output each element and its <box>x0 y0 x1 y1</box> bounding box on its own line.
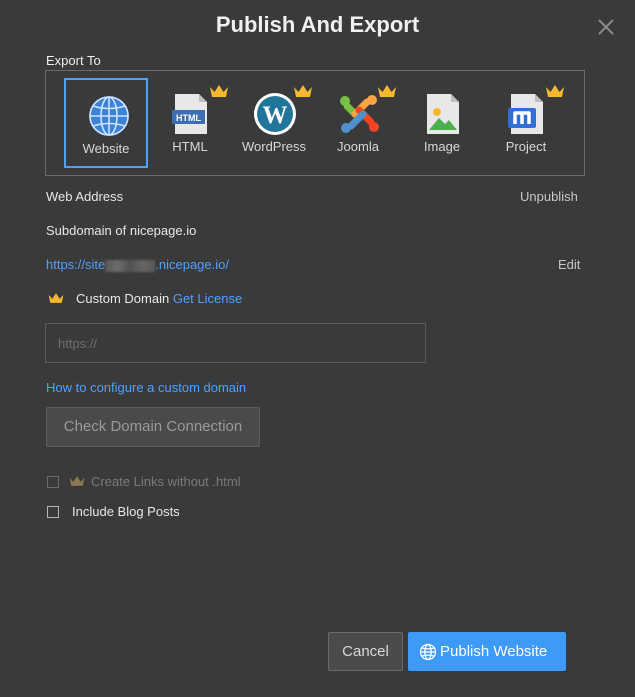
joomla-icon <box>340 95 379 133</box>
export-to-label: Export To <box>46 53 101 68</box>
close-icon[interactable] <box>596 17 616 37</box>
svg-text:HTML: HTML <box>176 113 201 123</box>
redacted-text <box>105 259 156 272</box>
export-option-label: Joomla <box>337 139 379 154</box>
export-option-project[interactable]: Project <box>484 78 568 168</box>
export-option-image[interactable]: Image <box>400 78 484 168</box>
include-blog-posts-checkbox[interactable] <box>47 506 59 518</box>
export-option-label: HTML <box>172 139 208 154</box>
site-url-suffix: .nicepage.io/ <box>155 257 229 272</box>
export-option-label: Image <box>423 139 461 154</box>
export-option-label: WordPress <box>241 139 307 154</box>
publish-website-button[interactable]: Publish Website <box>408 632 566 671</box>
export-option-html[interactable]: HTML HTML <box>148 78 232 168</box>
edit-subdomain-link[interactable]: Edit <box>558 257 580 272</box>
unpublish-link[interactable]: Unpublish <box>520 189 578 204</box>
get-license-link[interactable]: Get License <box>173 291 242 306</box>
crown-icon <box>294 85 312 97</box>
include-blog-posts-label: Include Blog Posts <box>72 504 180 519</box>
html-file-icon: HTML <box>172 94 207 134</box>
crown-icon <box>210 85 228 97</box>
export-option-wordpress[interactable]: W WordPress <box>232 78 316 168</box>
web-address-label: Web Address <box>46 189 124 204</box>
export-option-label: Project <box>505 139 547 154</box>
publish-website-label: Publish Website <box>440 643 548 660</box>
custom-domain-row: Custom Domain Get License <box>76 291 242 306</box>
crown-icon <box>378 85 396 97</box>
links-without-html-checkbox[interactable] <box>47 476 59 488</box>
export-option-joomla[interactable]: Joomla <box>316 78 400 168</box>
crown-icon <box>546 85 564 97</box>
site-url-prefix: https://site <box>46 257 106 272</box>
custom-domain-input[interactable] <box>45 323 426 363</box>
globe-icon <box>89 96 129 136</box>
wordpress-icon: W <box>254 93 296 135</box>
svg-text:W: W <box>263 102 288 129</box>
export-options: Website HTML HTML W WordPress Joomla Ima… <box>45 70 585 176</box>
custom-domain-label: Custom Domain <box>76 291 170 306</box>
export-option-website[interactable]: Website <box>64 78 148 168</box>
crown-icon <box>48 293 64 303</box>
cancel-button[interactable]: Cancel <box>328 632 403 671</box>
globe-icon <box>419 643 437 661</box>
image-file-icon <box>427 94 459 134</box>
nicepage-project-icon <box>508 94 543 134</box>
crown-icon <box>69 476 85 486</box>
dialog-title: Publish And Export <box>215 12 420 37</box>
export-option-label: Website <box>82 141 130 156</box>
site-url-link[interactable]: https://site .nicepage.io/ <box>46 257 229 272</box>
subdomain-label: Subdomain of nicepage.io <box>46 223 197 238</box>
links-without-html-label: Create Links without .html <box>91 474 241 489</box>
check-domain-connection-button[interactable]: Check Domain Connection <box>46 407 260 447</box>
configure-domain-help-link[interactable]: How to configure a custom domain <box>46 380 246 395</box>
